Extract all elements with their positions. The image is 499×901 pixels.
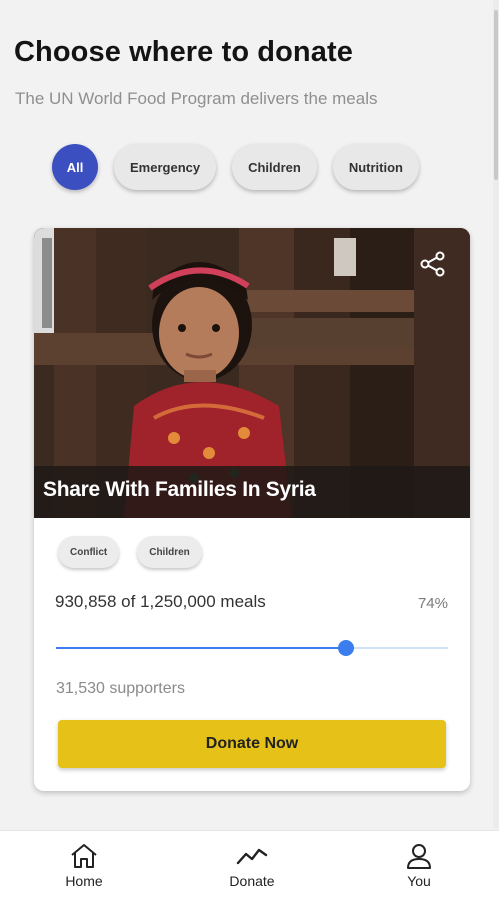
- page-title: Choose where to donate: [14, 36, 353, 68]
- page-subtitle: The UN World Food Program delivers the m…: [15, 89, 378, 108]
- nav-item-home[interactable]: Home: [39, 831, 129, 901]
- share-button[interactable]: [417, 248, 449, 280]
- meals-progress-text: 930,858 of 1,250,000 meals: [55, 592, 266, 611]
- home-icon: [71, 844, 97, 868]
- scrollbar-thumb[interactable]: [494, 10, 498, 180]
- share-icon: [420, 251, 445, 277]
- nav-label-you: You: [407, 873, 431, 889]
- nav-item-you[interactable]: You: [374, 831, 464, 901]
- nav-label-home: Home: [65, 873, 103, 889]
- filter-chip-children[interactable]: Children: [232, 144, 317, 190]
- bottom-nav: Home Donate You: [0, 830, 499, 901]
- filter-chips: All Emergency Children Nutrition: [52, 144, 419, 190]
- filter-chip-all[interactable]: All: [52, 144, 98, 190]
- nav-item-donate[interactable]: Donate: [207, 831, 297, 901]
- scrollbar[interactable]: [493, 0, 499, 828]
- donate-now-button[interactable]: Donate Now: [58, 720, 446, 768]
- tag-children[interactable]: Children: [137, 536, 202, 568]
- progress-bar[interactable]: [56, 640, 448, 656]
- trend-chart-icon: [236, 848, 268, 865]
- campaign-photo: [34, 228, 470, 518]
- progress-fill: [56, 647, 347, 649]
- campaign-title: Share With Families In Syria: [43, 478, 316, 501]
- progress-thumb[interactable]: [338, 640, 355, 656]
- supporters-count: 31,530 supporters: [56, 680, 185, 697]
- campaign-card[interactable]: Share With Families In Syria Conflict Ch…: [34, 228, 470, 791]
- campaign-tags: Conflict Children: [58, 536, 202, 568]
- tag-conflict[interactable]: Conflict: [58, 536, 120, 568]
- filter-chip-nutrition[interactable]: Nutrition: [332, 144, 419, 190]
- filter-chip-emergency[interactable]: Emergency: [114, 144, 217, 190]
- progress-percent: 74%: [417, 595, 448, 612]
- person-icon: [407, 844, 431, 869]
- nav-label-donate: Donate: [229, 873, 275, 889]
